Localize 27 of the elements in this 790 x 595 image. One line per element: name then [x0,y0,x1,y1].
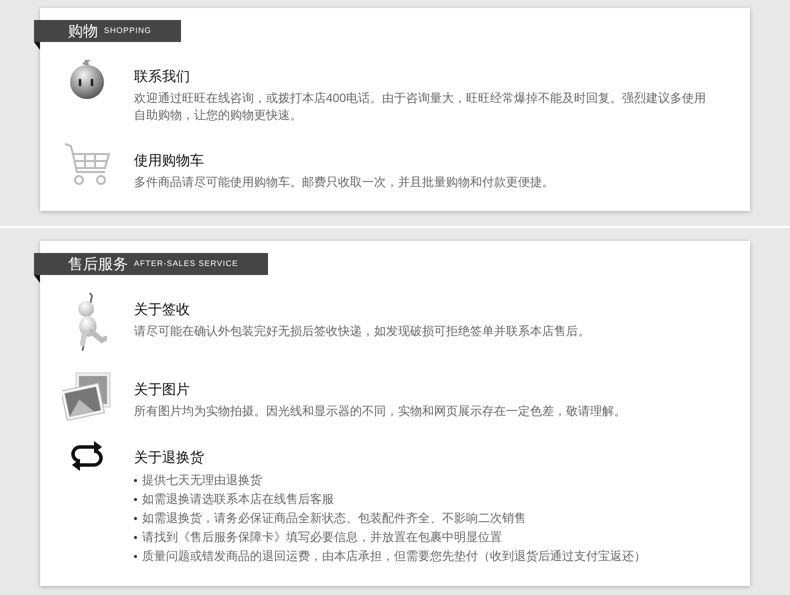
item-description: 所有图片均为实物拍摄。因光线和显示器的不同，实物和网页展示存在一定色差，敬请理解。 [134,403,626,420]
bullet-text: 提供七天无理由退换货 [142,472,262,489]
section-title: 售后服务 [68,256,128,272]
item-title: 使用购物车 [134,151,205,170]
bullet-icon [134,555,137,558]
item-title: 联系我们 [134,67,191,86]
cart-icon [63,142,111,186]
item-title: 关于签收 [134,300,191,319]
photo-stack-icon [62,371,112,421]
item-description: 请尽可能在确认外包装完好无损后签收快递，如发现破损可拒绝签单并联系本店售后。 [134,323,590,340]
ribbon-fold [34,42,40,50]
bullet-text: 请找到《售后服务保障卡》填写必要信息，并放置在包裹中明显位置 [142,529,502,546]
bullet-icon [134,498,137,501]
item-title: 关于图片 [134,380,191,399]
bullet-icon [134,479,137,482]
bullet-icon [134,517,137,520]
item-description: 欢迎通过旺旺在线咨询，或拨打本店400电话。由于咨询量大，旺旺经常爆掉不能及时回复。强烈建议多使用自助购物，让您的购物更快速。 [134,90,708,124]
item-description: 多件商品请尽可能使用购物车。邮费只收取一次，并且批量购物和付款更便捷。 [134,174,554,191]
section-subtitle: SHOPPING [104,27,152,35]
bullet-icon [134,536,137,539]
bullet-text: 如需退换货，请务必保证商品全新状态、包装配件齐全、不影响二次销售 [142,510,526,527]
ribbon-fold [34,275,40,283]
section-subtitle: AFTER-SALES SERVICE [134,260,238,268]
bullet-text: 质量问题或错发商品的退回运费，由本店承担，但需要您先垫付（收到退货后通过支付宝返还） [142,548,646,565]
item-title: 关于退换货 [134,448,205,467]
bullet-text: 如需退换请选联系本店在线售后客服 [142,491,334,508]
section-title: 购物 [68,24,98,38]
